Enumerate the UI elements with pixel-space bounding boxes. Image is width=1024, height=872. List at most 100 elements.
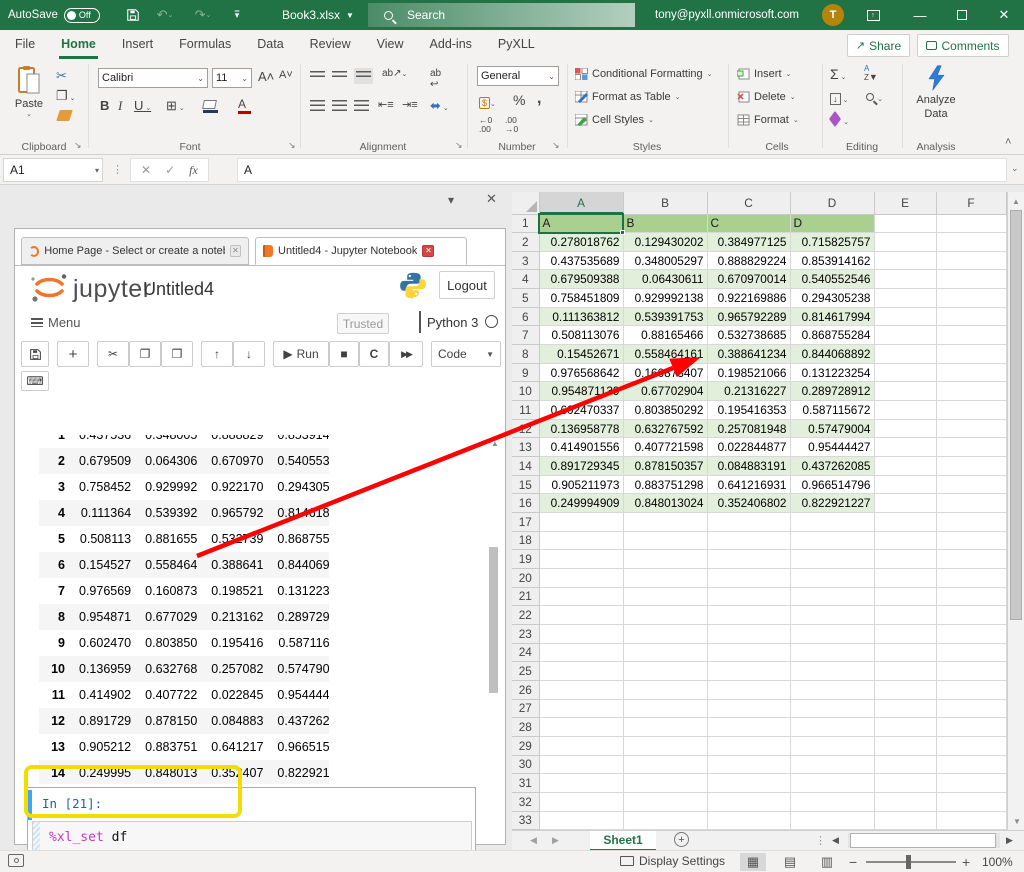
grid-vscroll-thumb[interactable] — [1010, 210, 1022, 620]
font-dialog-launcher[interactable]: ↘ — [288, 140, 296, 151]
conditional-formatting-button[interactable]: Conditional Formatting⌄ — [575, 68, 713, 80]
cell-D19[interactable] — [790, 550, 874, 569]
column-header-c[interactable]: C — [707, 192, 790, 214]
increase-font-size-button[interactable]: A˄ — [258, 69, 274, 84]
cell-E22[interactable] — [874, 606, 936, 625]
row-header-31[interactable]: 31 — [512, 774, 539, 793]
cell-D21[interactable] — [790, 587, 874, 606]
share-button[interactable]: ↗Share — [847, 34, 910, 57]
cell-E26[interactable] — [874, 680, 936, 699]
row-header-7[interactable]: 7 — [512, 326, 539, 345]
row-header-17[interactable]: 17 — [512, 513, 539, 532]
cell-A17[interactable] — [539, 513, 623, 532]
cell-F28[interactable] — [936, 718, 1006, 737]
cell-C24[interactable] — [707, 643, 790, 662]
sheet-nav-right-icon[interactable]: ▶ — [552, 835, 559, 846]
cell-C12[interactable]: 0.257081948 — [707, 419, 790, 438]
cell-C8[interactable]: 0.388641234 — [707, 345, 790, 364]
cell-A2[interactable]: 0.278018762 — [539, 233, 623, 252]
format-painter-icon[interactable] — [56, 110, 73, 121]
cell-C21[interactable] — [707, 587, 790, 606]
paste-cell-button[interactable]: ❒ — [161, 341, 193, 367]
cell-A33[interactable] — [539, 811, 623, 830]
increase-decimal-button[interactable]: ←0.00 — [479, 116, 492, 135]
column-header-b[interactable]: B — [623, 192, 707, 214]
delete-cells-button[interactable]: Delete⌄ — [737, 91, 796, 103]
row-header-25[interactable]: 25 — [512, 662, 539, 681]
cell-F17[interactable] — [936, 513, 1006, 532]
row-header-9[interactable]: 9 — [512, 363, 539, 382]
grid-hscroll-thumb[interactable] — [850, 833, 996, 848]
cell-E7[interactable] — [874, 326, 936, 345]
sort-filter-button[interactable]: AZ▼ — [864, 65, 878, 82]
copy-button[interactable]: ❐ ⌄ — [56, 88, 75, 104]
cell-F21[interactable] — [936, 587, 1006, 606]
cell-F23[interactable] — [936, 624, 1006, 643]
cell-B12[interactable]: 0.632767592 — [623, 419, 707, 438]
row-header-5[interactable]: 5 — [512, 289, 539, 308]
cell-A8[interactable]: 0.15452671 — [539, 345, 623, 364]
cell-D33[interactable] — [790, 811, 874, 830]
fill-handle[interactable] — [620, 230, 625, 235]
cell-B3[interactable]: 0.348005297 — [623, 251, 707, 270]
name-box[interactable]: A1 ▾ — [3, 158, 103, 182]
tab-home-close-icon[interactable]: ✕ — [230, 245, 241, 257]
cell-D22[interactable] — [790, 606, 874, 625]
cell-B20[interactable] — [623, 568, 707, 587]
fill-color-button[interactable] — [203, 100, 218, 113]
cell-B24[interactable] — [623, 643, 707, 662]
formula-bar-expand-icon[interactable]: ⌄ — [1011, 163, 1019, 174]
notebook-title[interactable]: Untitled4 — [143, 279, 214, 300]
increase-indent-button[interactable]: ⇥≡ — [402, 98, 418, 111]
cell-E28[interactable] — [874, 718, 936, 737]
cell-C28[interactable] — [707, 718, 790, 737]
cell-C5[interactable]: 0.922169886 — [707, 289, 790, 308]
cell-B33[interactable] — [623, 811, 707, 830]
cell-D24[interactable] — [790, 643, 874, 662]
grid-scroll-up-icon[interactable]: ▲ — [1008, 192, 1024, 206]
row-header-4[interactable]: 4 — [512, 270, 539, 289]
cell-A31[interactable] — [539, 774, 623, 793]
font-size-select[interactable]: 11⌄ — [212, 68, 252, 88]
ribbon-tab-data[interactable]: Data — [255, 30, 285, 56]
cell-B13[interactable]: 0.407721598 — [623, 438, 707, 457]
cell-C16[interactable]: 0.352406802 — [707, 494, 790, 513]
cell-D27[interactable] — [790, 699, 874, 718]
format-as-table-button[interactable]: Format as Table⌄ — [575, 91, 681, 103]
find-select-button[interactable]: ⌄ — [866, 92, 883, 104]
cell-F25[interactable] — [936, 662, 1006, 681]
grid-vertical-scrollbar[interactable]: ▲ ▼ — [1007, 192, 1024, 830]
cell-D12[interactable]: 0.57479004 — [790, 419, 874, 438]
tab-home-page[interactable]: Home Page - Select or create a notebook … — [21, 237, 249, 265]
cell-D15[interactable]: 0.966514796 — [790, 475, 874, 494]
cell-A22[interactable] — [539, 606, 623, 625]
cell-E14[interactable] — [874, 457, 936, 476]
row-header-18[interactable]: 18 — [512, 531, 539, 550]
cell-B18[interactable] — [623, 531, 707, 550]
restart-kernel-button[interactable]: C — [359, 341, 389, 367]
cell-B15[interactable]: 0.883751298 — [623, 475, 707, 494]
cell-E23[interactable] — [874, 624, 936, 643]
grid-scroll-down-icon[interactable]: ▼ — [1013, 817, 1021, 826]
row-header-16[interactable]: 16 — [512, 494, 539, 513]
cell-E32[interactable] — [874, 792, 936, 811]
zoom-slider-thumb[interactable] — [906, 855, 911, 869]
cell-F27[interactable] — [936, 699, 1006, 718]
row-header-1[interactable]: 1 — [512, 214, 539, 233]
cell-F29[interactable] — [936, 736, 1006, 755]
cell-B4[interactable]: 0.06430611 — [623, 270, 707, 289]
cell-F24[interactable] — [936, 643, 1006, 662]
maximize-button[interactable] — [942, 0, 982, 30]
cell-C13[interactable]: 0.022844877 — [707, 438, 790, 457]
cell-F26[interactable] — [936, 680, 1006, 699]
cell-B2[interactable]: 0.129430202 — [623, 233, 707, 252]
cell-C30[interactable] — [707, 755, 790, 774]
cell-E25[interactable] — [874, 662, 936, 681]
row-header-22[interactable]: 22 — [512, 606, 539, 625]
cell-A14[interactable]: 0.891729345 — [539, 457, 623, 476]
cell-D5[interactable]: 0.294305238 — [790, 289, 874, 308]
cell-F4[interactable] — [936, 270, 1006, 289]
cell-D26[interactable] — [790, 680, 874, 699]
cell-F30[interactable] — [936, 755, 1006, 774]
row-header-2[interactable]: 2 — [512, 233, 539, 252]
